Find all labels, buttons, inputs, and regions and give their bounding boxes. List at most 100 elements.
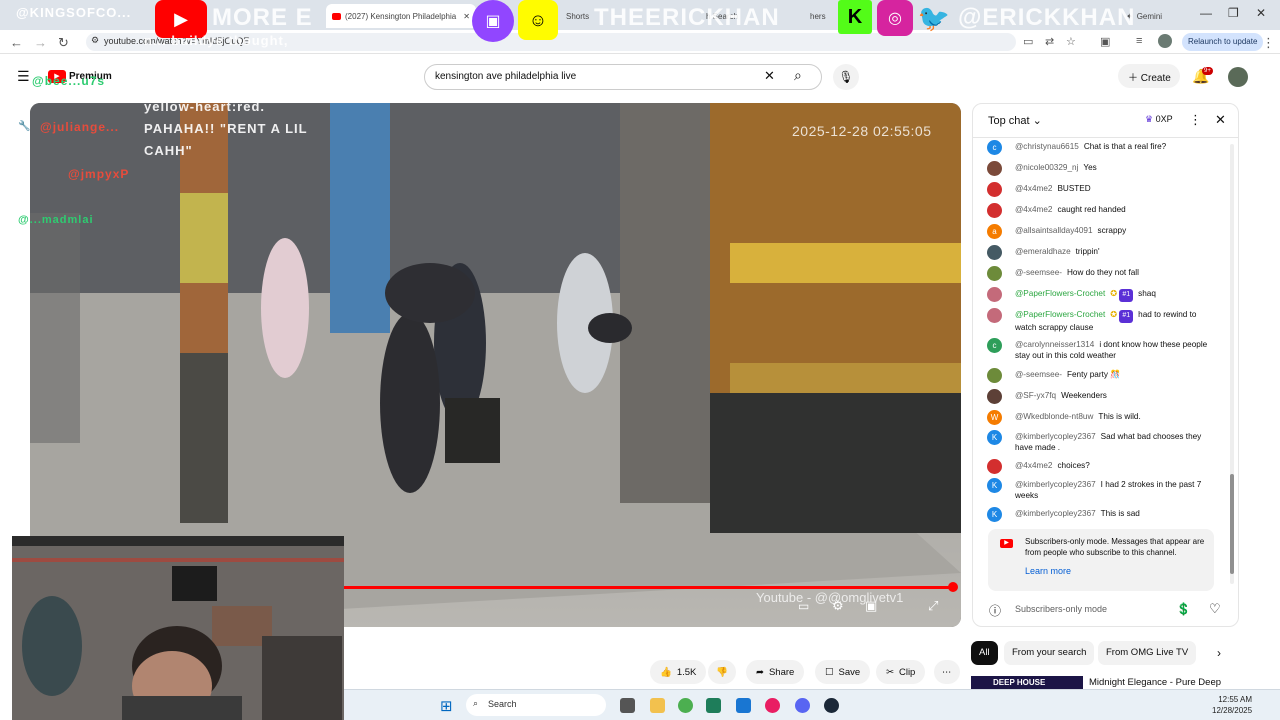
related-thumbnail[interactable]: DEEP HOUSE [971,676,1083,690]
chat-username[interactable]: @4x4me2 [1015,205,1052,214]
chat-username[interactable]: @PaperFlowers-Crochet [1015,310,1105,319]
chat-user-avatar[interactable]: K [987,430,1002,445]
chat-user-avatar[interactable] [987,459,1002,474]
minimize-icon[interactable]: — [1200,6,1212,20]
chat-username[interactable]: @SF-yx7fq [1015,391,1056,400]
chat-username[interactable]: @christynau6615 [1015,142,1079,151]
chat-username[interactable]: @carolynneisser1314 [1015,340,1094,349]
chat-user-avatar[interactable] [987,161,1002,176]
chat-username[interactable]: @allsaintsallday4091 [1015,226,1093,235]
chip-from-channel[interactable]: From OMG Live TV [1098,641,1197,665]
extensions-icon[interactable]: ▣ [1100,35,1110,48]
dislike-button[interactable]: 👎 [708,660,736,684]
discord-icon[interactable] [795,698,810,713]
clip-button[interactable]: ✂ Clip [876,660,926,684]
translate-icon[interactable]: ⇄ [1045,35,1054,48]
chat-user-avatar[interactable] [987,368,1002,383]
chat-user-avatar[interactable]: c [987,140,1002,155]
theater-mode-icon[interactable]: ▣ [865,598,877,614]
heart-icon[interactable]: ♡ [1209,601,1221,617]
maximize-icon[interactable]: ❐ [1228,6,1239,20]
chat-username[interactable]: @kimberlycopley2367 [1015,509,1096,518]
forward-icon[interactable]: → [34,35,47,50]
taskbar-search[interactable]: ⌕ Search [466,694,606,716]
chat-username[interactable]: @kimberlycopley2367 [1015,480,1096,489]
menu-kebab-icon[interactable]: ⋮ [1262,35,1275,51]
profile-avatar[interactable] [1158,34,1172,48]
reload-icon[interactable]: ↻ [58,35,69,51]
steam-icon[interactable] [824,698,839,713]
chat-user-avatar[interactable]: a [987,224,1002,239]
music-icon[interactable] [765,698,780,713]
chat-user-avatar[interactable]: K [987,478,1002,493]
chat-mode-dropdown[interactable]: Top chat ⌄ [988,114,1042,127]
chat-user-avatar[interactable] [987,389,1002,404]
chat-scrollbar-thumb[interactable] [1230,474,1234,574]
account-avatar[interactable] [1228,67,1248,87]
mail-icon[interactable] [736,698,751,713]
media-icon[interactable]: ≡ [1136,35,1142,47]
hamburger-menu-icon[interactable]: ☰ [17,68,30,85]
clear-search-icon[interactable]: ✕ [764,68,775,84]
chat-username[interactable]: @kimberlycopley2367 [1015,432,1096,441]
chat-user-avatar[interactable] [987,245,1002,260]
chat-user-avatar[interactable] [987,266,1002,281]
search-icon[interactable]: ⌕ [794,67,802,84]
super-chat-icon[interactable]: 💲 [1176,602,1191,616]
chat-user-avatar[interactable] [987,203,1002,218]
chat-username[interactable]: @-seemsee- [1015,370,1062,379]
more-actions-button[interactable]: ⋯ [934,660,960,684]
app-icon[interactable] [706,698,721,713]
window-close-icon[interactable]: ✕ [1256,6,1266,20]
fullscreen-icon[interactable]: ⤢ [928,598,938,614]
chat-user-avatar[interactable] [987,287,1002,302]
chat-username[interactable]: @-seemsee- [1015,268,1062,277]
tab-active[interactable]: (2027) Kensington Philadelphia ✕ [326,4,476,28]
windows-start-icon[interactable]: ⊞ [440,697,453,715]
chat-user-avatar[interactable] [987,182,1002,197]
relaunch-button[interactable]: Relaunch to update [1182,33,1264,51]
back-icon[interactable]: ← [10,35,23,50]
file-explorer-icon[interactable] [650,698,665,713]
progress-bar[interactable] [344,586,952,589]
cast-icon[interactable]: ▭ [1023,35,1033,48]
site-info-icon[interactable]: ⚙ [91,35,99,46]
chat-user-avatar[interactable]: c [987,338,1002,353]
subtitles-icon[interactable]: ▭ [798,599,809,613]
info-icon[interactable]: ⓘ [989,602,1001,619]
share-button[interactable]: ➦ Share [746,660,805,684]
chat-username[interactable]: @nicole00329_nj [1015,163,1078,172]
chat-username[interactable]: @4x4me2 [1015,461,1052,470]
xp-indicator[interactable]: ♛ 0XP [1145,114,1173,125]
create-button[interactable]: ＋ Create [1118,64,1180,88]
close-chat-icon[interactable]: ✕ [1215,112,1226,128]
chrome-icon[interactable] [678,698,693,713]
chat-username[interactable]: @emeraldhaze [1015,247,1071,256]
chat-username[interactable]: @Wkedblonde-nt8uw [1015,412,1093,421]
search-input[interactable]: kensington ave philadelphia live [424,64,822,90]
chat-more-icon[interactable]: ⋮ [1189,112,1202,128]
twitch-logo-icon: ▣ [472,0,514,42]
chat-user-avatar[interactable]: W [987,410,1002,425]
chat-username[interactable]: @PaperFlowers-Crochet [1015,289,1105,298]
task-view-icon[interactable] [620,698,635,713]
related-title[interactable]: Midnight Elegance - Pure Deep [1089,677,1221,688]
chip-from-your-search[interactable]: From your search [1004,641,1095,665]
bookmark-star-icon[interactable]: ☆ [1066,35,1076,48]
like-button[interactable]: 👍 1.5K [650,660,707,684]
chat-scrollbar[interactable] [1230,144,1234,584]
chat-input[interactable]: Subscribers-only mode [1015,604,1107,614]
close-icon[interactable]: ✕ [463,12,470,21]
taskbar-clock[interactable]: 12:55 AM 12/28/2025 [1212,694,1252,716]
rank-badge: #1 [1119,289,1134,302]
chevron-right-icon[interactable]: › [1217,646,1221,660]
learn-more-link[interactable]: Learn more [1025,566,1071,576]
chat-username[interactable]: @4x4me2 [1015,184,1052,193]
progress-scrubber[interactable] [948,582,958,592]
chat-user-avatar[interactable] [987,308,1002,323]
settings-gear-icon[interactable]: ⚙ [832,598,844,614]
voice-search-icon[interactable]: 🎙 [833,64,859,90]
chip-all[interactable]: All [971,641,998,665]
chat-user-avatar[interactable]: K [987,507,1002,522]
save-button[interactable]: ☐ Save [815,660,871,684]
